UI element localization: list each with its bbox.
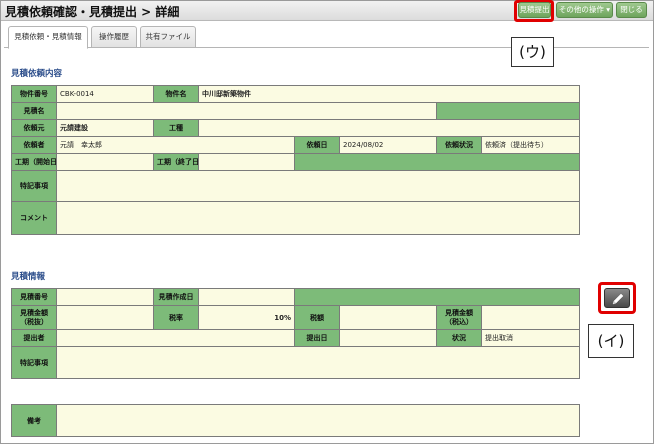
tab-history[interactable]: 操作履歴 — [91, 26, 137, 48]
value-special-notes — [55, 170, 581, 202]
callout-i: (イ) — [588, 324, 634, 358]
label-submitter: 提出者 — [11, 329, 57, 347]
quote-table: 見積番号 見積作成日 見積金額 （税抜） 税率 10% 税額 見積金額 （税込）… — [11, 288, 580, 379]
value-amount-excl — [56, 305, 154, 330]
label-requester-person: 依頼者 — [11, 136, 57, 154]
label-property-no: 物件番号 — [11, 85, 57, 103]
table-row: 見積名 — [11, 102, 581, 120]
value-period-start — [56, 153, 154, 171]
table-row: コメント — [11, 201, 581, 235]
value-amount-incl — [481, 305, 580, 330]
value-tax-rate: 10% — [198, 305, 295, 330]
label-quote-special-notes: 特記事項 — [11, 346, 57, 379]
quote-section-title: 見積情報 — [11, 272, 46, 282]
value-requester-person: 元請 幸太郎 — [56, 136, 295, 154]
label-status: 状況 — [436, 329, 482, 347]
value-property-name: 中川邸新築物件 — [197, 85, 581, 103]
label-requester: 依頼元 — [11, 119, 57, 137]
remarks-table: 備考 — [11, 404, 580, 437]
value-submitter — [56, 329, 295, 347]
table-row: 特記事項 — [11, 346, 580, 379]
label-amount-incl: 見積金額 （税込） — [436, 305, 482, 330]
label-special-notes: 特記事項 — [11, 170, 57, 202]
request-table: 物件番号 CBK-0014 物件名 中川邸新築物件 見積名 依頼元 元請建設 工… — [11, 85, 581, 235]
table-row: 物件番号 CBK-0014 物件名 中川邸新築物件 — [11, 85, 581, 103]
label-tax-rate: 税率 — [153, 305, 199, 330]
tab-shared-files[interactable]: 共有ファイル — [140, 26, 196, 48]
value-status: 提出取消 — [481, 329, 580, 347]
label-work-type: 工種 — [153, 119, 199, 137]
filler-cell — [293, 153, 581, 171]
table-row: 特記事項 — [11, 170, 581, 202]
table-row: 依頼者 元請 幸太郎 依頼日 2024/08/02 依頼状況 依頼済（提出待ち） — [11, 136, 581, 154]
filler-cell — [435, 102, 581, 120]
label-period-start: 工期（開始日） — [11, 153, 57, 171]
label-quote-name: 見積名 — [11, 102, 57, 120]
label-submit-date: 提出日 — [294, 329, 340, 347]
value-request-status: 依頼済（提出待ち） — [480, 136, 581, 154]
value-request-date: 2024/08/02 — [339, 136, 437, 154]
label-remarks: 備考 — [11, 404, 57, 437]
table-row: 提出者 提出日 状況 提出取消 — [11, 329, 580, 347]
value-remarks — [56, 404, 580, 437]
table-row: 工期（開始日） 工期（終了日） — [11, 153, 581, 171]
value-period-end — [198, 153, 295, 171]
label-created-date: 見積作成日 — [153, 288, 199, 306]
callout-u: (ウ) — [511, 37, 554, 67]
edit-button[interactable] — [604, 288, 630, 308]
submit-quote-button[interactable]: 見積提出 — [518, 2, 551, 18]
label-period-end: 工期（終了日） — [153, 153, 199, 171]
table-row: 見積番号 見積作成日 — [11, 288, 580, 306]
value-work-type — [197, 119, 581, 137]
value-quote-special-notes — [56, 346, 580, 379]
pencil-icon — [612, 293, 624, 305]
label-request-date: 依頼日 — [294, 136, 340, 154]
label-comment: コメント — [11, 201, 57, 235]
value-property-no: CBK-0014 — [56, 85, 154, 103]
request-section-title: 見積依頼内容 — [11, 69, 63, 79]
edit-button-highlight — [598, 282, 636, 314]
label-tax-amount: 税額 — [294, 305, 340, 330]
filler-cell — [294, 288, 580, 306]
value-quote-name — [56, 102, 437, 120]
table-row: 備考 — [11, 404, 580, 437]
label-quote-no: 見積番号 — [11, 288, 57, 306]
table-row: 依頼元 元請建設 工種 — [11, 119, 581, 137]
value-quote-no — [56, 288, 154, 306]
label-amount-excl: 見積金額 （税抜） — [11, 305, 57, 330]
tab-quote-info[interactable]: 見積依頼・見積情報 — [8, 26, 88, 49]
other-actions-button[interactable]: その他の操作 ▾ — [556, 2, 613, 18]
value-requester: 元請建設 — [56, 119, 154, 137]
table-row: 見積金額 （税抜） 税率 10% 税額 見積金額 （税込） — [11, 305, 580, 330]
value-comment — [55, 201, 581, 235]
value-submit-date — [339, 329, 437, 347]
value-tax-amount — [339, 305, 437, 330]
page-title: 見積依頼確認・見積提出 > 詳細 — [5, 5, 180, 19]
label-request-status: 依頼状況 — [436, 136, 482, 154]
close-button[interactable]: 閉じる — [616, 2, 647, 18]
value-created-date — [198, 288, 295, 306]
label-property-name: 物件名 — [153, 85, 199, 103]
